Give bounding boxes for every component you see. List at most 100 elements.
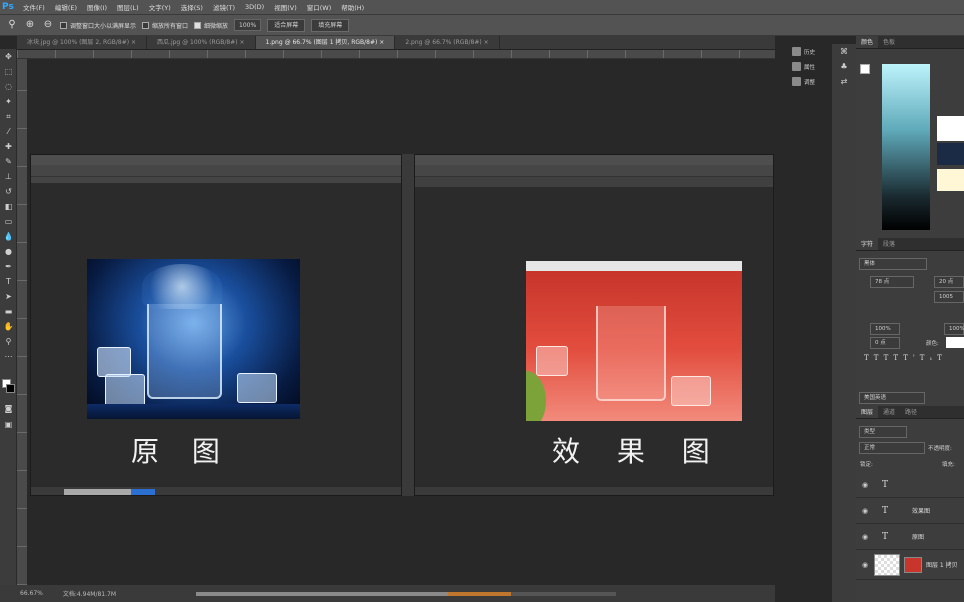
- tab-bingkuai[interactable]: 冰块.jpg @ 100% (图层 2, RGB/8#) ×: [17, 36, 148, 49]
- brush-preset-icon[interactable]: ⌘: [832, 44, 856, 59]
- zoom-out-icon[interactable]: ⊖: [42, 19, 54, 31]
- magic-wand-icon[interactable]: ✦: [0, 94, 17, 109]
- scrubby-zoom-checkbox[interactable]: 细微缩放: [194, 21, 228, 30]
- text-color-chip[interactable]: [946, 337, 964, 348]
- menu-help[interactable]: 帮助(H): [336, 2, 369, 12]
- swatch-navy[interactable]: [937, 143, 964, 165]
- history-brush-icon[interactable]: ↺: [0, 184, 17, 199]
- layers-panel-tabs: 图层 通道 路径: [856, 406, 964, 419]
- tab-color[interactable]: 颜色: [856, 36, 879, 48]
- menu-3d[interactable]: 3D(D): [240, 3, 269, 11]
- zoom-tool-icon[interactable]: ⚲: [6, 19, 18, 31]
- ice-glass-effect: [596, 306, 666, 401]
- font-size-field[interactable]: 78 点: [870, 276, 914, 288]
- text-layer-icon: T: [882, 505, 889, 516]
- tab-paragraph[interactable]: 段落: [878, 238, 900, 250]
- eye-icon[interactable]: ◉: [862, 533, 870, 541]
- eye-icon[interactable]: ◉: [862, 481, 870, 489]
- fit-screen-button[interactable]: 适合屏幕: [267, 18, 306, 32]
- text-style-buttons[interactable]: TTTTT'T₁T: [864, 354, 947, 362]
- menu-image[interactable]: 图像(I): [82, 2, 112, 12]
- menu-select[interactable]: 选择(S): [176, 2, 208, 12]
- dodge-tool-icon[interactable]: ●: [0, 244, 17, 259]
- healing-brush-icon[interactable]: ✚: [0, 139, 17, 154]
- layer-row[interactable]: ◉ T 效果图: [856, 498, 964, 524]
- zoom-in-icon[interactable]: ⊕: [24, 19, 36, 31]
- eye-icon[interactable]: ◉: [862, 507, 870, 515]
- vertical-scale-field[interactable]: 100%: [870, 323, 900, 335]
- background-color-swatch[interactable]: [6, 384, 15, 393]
- eraser-tool-icon[interactable]: ◧: [0, 199, 17, 214]
- path-select-icon[interactable]: ➤: [0, 289, 17, 304]
- tab-character[interactable]: 字符: [856, 238, 879, 250]
- menu-file[interactable]: 文件(F): [18, 2, 50, 12]
- resize-windows-checkbox[interactable]: 调整窗口大小以满屏显示: [60, 21, 136, 30]
- menu-layer[interactable]: 图层(L): [112, 2, 144, 12]
- type-tool-icon[interactable]: T: [0, 274, 17, 289]
- marquee-tool-icon[interactable]: ⬚: [0, 64, 17, 79]
- tracking-field[interactable]: 1005: [934, 291, 964, 303]
- tab-2-png[interactable]: 2.png @ 66.7% (RGB/8#) ×: [395, 36, 500, 49]
- document-canvas[interactable]: 原 图 效 果 图: [27, 59, 775, 585]
- language-select[interactable]: 美国英语: [859, 392, 925, 404]
- screen-mode-icon[interactable]: ▣: [0, 417, 17, 432]
- panel-history[interactable]: 历史: [786, 44, 832, 59]
- swatch-cream[interactable]: [937, 169, 964, 191]
- menu-filter[interactable]: 滤镜(T): [208, 2, 240, 12]
- crop-tool-icon[interactable]: ⌗: [0, 109, 17, 124]
- tab-paths[interactable]: 路径: [900, 406, 922, 418]
- quick-mask-icon[interactable]: ◙: [0, 401, 17, 416]
- menu-edit[interactable]: 编辑(E): [50, 2, 82, 12]
- inner-status-right: [415, 487, 773, 495]
- layer-row[interactable]: ◉ T 原图: [856, 524, 964, 550]
- collapsed-panels: 历史 属性 调整: [786, 44, 832, 104]
- ice-cube-effect-1: [536, 346, 568, 376]
- eyedropper-icon[interactable]: ⁄: [0, 124, 17, 139]
- panel-properties[interactable]: 属性: [786, 59, 832, 74]
- fg-color-chip[interactable]: [860, 64, 870, 74]
- shape-tool-icon[interactable]: ▬: [0, 304, 17, 319]
- zoom-tool-icon-2[interactable]: ⚲: [0, 334, 17, 349]
- color-spectrum[interactable]: [882, 64, 930, 230]
- font-family-select[interactable]: 黑体: [859, 258, 927, 270]
- tab-swatches[interactable]: 色板: [878, 36, 900, 48]
- layer-row[interactable]: ◉ T: [856, 472, 964, 498]
- hand-tool-icon[interactable]: ✋: [0, 319, 17, 334]
- gradient-tool-icon[interactable]: ▭: [0, 214, 17, 229]
- brush-tool-icon[interactable]: ✎: [0, 154, 17, 169]
- status-zoom[interactable]: 66.67%: [20, 590, 43, 597]
- blend-mode-select[interactable]: 正常: [859, 442, 925, 454]
- menu-window[interactable]: 窗口(W): [302, 2, 337, 12]
- tab-layers[interactable]: 图层: [856, 406, 879, 418]
- sliders-icon[interactable]: ⇄: [832, 74, 856, 89]
- options-bar: ⚲ ⊕ ⊖ 调整窗口大小以满屏显示 缩放所有窗口 细微缩放 100% 适合屏幕 …: [0, 15, 964, 36]
- leading-field[interactable]: 20 点: [934, 276, 964, 288]
- baseline-shift-field[interactable]: 0 点: [870, 337, 900, 349]
- eye-icon[interactable]: ◉: [862, 561, 870, 569]
- taskbar-strip: [196, 591, 617, 596]
- tools-panel: ✥ ⬚ ◌ ✦ ⌗ ⁄ ✚ ✎ ⊥ ↺ ◧ ▭ 💧 ● ✒ T ➤ ▬ ✋ ⚲ …: [0, 49, 17, 589]
- layer-row[interactable]: ◉ 图层 1 拷贝: [856, 550, 964, 580]
- blur-tool-icon[interactable]: 💧: [0, 229, 17, 244]
- zoom-all-checkbox[interactable]: 缩放所有窗口: [142, 21, 188, 30]
- stamp-tool-icon[interactable]: ⊥: [0, 169, 17, 184]
- zoom-value-field[interactable]: 100%: [234, 19, 262, 31]
- adjust-icon: [792, 77, 801, 86]
- horizontal-scale-field[interactable]: 100%: [944, 323, 964, 335]
- clone-source-icon[interactable]: ♣: [832, 59, 856, 74]
- panel-adjustments[interactable]: 调整: [786, 74, 832, 89]
- layer-kind-filter[interactable]: 类型: [859, 426, 907, 438]
- inner-ruler: [31, 177, 401, 183]
- fill-screen-button[interactable]: 填充屏幕: [311, 18, 350, 32]
- more-tools-icon[interactable]: ⋯: [0, 349, 17, 364]
- caption-effect: 效 果 图: [552, 435, 724, 468]
- menu-view[interactable]: 视图(V): [269, 2, 302, 12]
- tab-1-png[interactable]: 1.png @ 66.7% (图层 1 拷贝, RGB/8#) ×: [255, 36, 396, 49]
- swatch-white[interactable]: [937, 116, 964, 141]
- tab-channels[interactable]: 通道: [878, 406, 900, 418]
- pen-tool-icon[interactable]: ✒: [0, 259, 17, 274]
- lasso-tool-icon[interactable]: ◌: [0, 79, 17, 94]
- tab-xigua[interactable]: 西瓜.jpg @ 100% (RGB/8#) ×: [147, 36, 256, 49]
- move-tool-icon[interactable]: ✥: [0, 49, 17, 64]
- menu-type[interactable]: 文字(Y): [144, 2, 176, 12]
